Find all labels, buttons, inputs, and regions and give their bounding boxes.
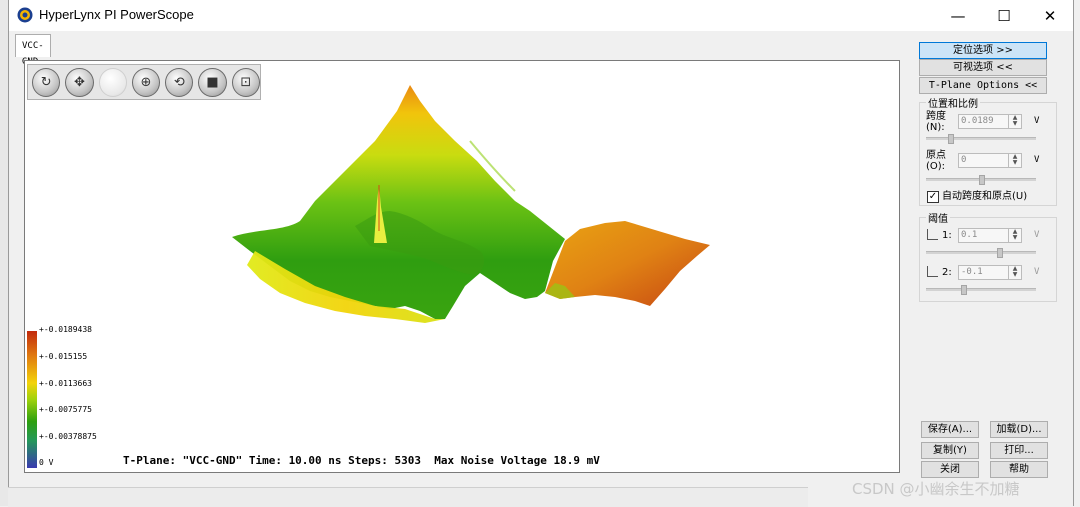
minimize-button[interactable]: — bbox=[935, 0, 981, 31]
powerscope-window: HyperLynx PI PowerScope — ☐ ✕ VCC-GND ↻ … bbox=[8, 0, 1074, 506]
threshold-2-spinner[interactable]: -0.1 ▲ ▼ bbox=[958, 265, 1022, 280]
legend-label: +-0.0075775 bbox=[39, 405, 92, 414]
origin-value: 0 bbox=[961, 155, 967, 165]
origin-slider-thumb[interactable] bbox=[979, 175, 985, 185]
origin-hotkey: (O): bbox=[926, 161, 946, 172]
threshold-1-spinner[interactable]: 0.1 ▲ ▼ bbox=[958, 228, 1022, 243]
threshold-2-slider-track[interactable] bbox=[926, 288, 1036, 291]
group-title: 阈值 bbox=[926, 210, 950, 225]
origin-label: 原点 bbox=[926, 150, 946, 161]
close-button[interactable]: 关闭 bbox=[921, 461, 979, 478]
threshold-1-slider-thumb[interactable] bbox=[997, 248, 1003, 258]
origin-spinner[interactable]: 0 ▲ ▼ bbox=[958, 153, 1022, 168]
span-slider-track[interactable] bbox=[926, 137, 1036, 140]
threshold-2-slider-thumb[interactable] bbox=[961, 285, 967, 295]
span-label: 跨度 bbox=[926, 111, 946, 122]
window-title: HyperLynx PI PowerScope bbox=[39, 7, 194, 22]
threshold-1-value: 0.1 bbox=[961, 230, 978, 240]
save-button[interactable]: 保存(A)... bbox=[921, 421, 979, 438]
background-taskbar bbox=[8, 487, 808, 507]
status-readout: T-Plane: "VCC-GND" Time: 10.00 ns Steps:… bbox=[123, 454, 600, 467]
plot-viewport[interactable]: ↻ ✥ ⊕ ⟲ ■ ⊡ +-0.0189438 +-0.015155 +-0.0… bbox=[24, 60, 900, 473]
maximize-button[interactable]: ☐ bbox=[981, 0, 1027, 31]
spinner-arrows-icon[interactable]: ▲ ▼ bbox=[1008, 229, 1021, 242]
background-strip bbox=[0, 0, 8, 506]
legend-label: +-0.0113663 bbox=[39, 379, 92, 388]
legend-label: +-0.00378875 bbox=[39, 432, 97, 441]
title-bar: HyperLynx PI PowerScope — ☐ ✕ bbox=[9, 0, 1073, 31]
span-spinner[interactable]: 0.0189 ▲ ▼ bbox=[958, 114, 1022, 129]
noise-surface-plot[interactable] bbox=[25, 61, 899, 472]
watermark: CSDN @小幽余生不加糖 bbox=[852, 480, 1020, 498]
threshold-2-label: 2: bbox=[942, 267, 952, 278]
span-slider-thumb[interactable] bbox=[948, 134, 954, 144]
legend-label: +-0.0189438 bbox=[39, 325, 92, 334]
load-button[interactable]: 加载(D)... bbox=[990, 421, 1048, 438]
color-scale-bar bbox=[27, 331, 37, 468]
span-value: 0.0189 bbox=[961, 116, 994, 126]
spinner-arrows-icon[interactable]: ▲ ▼ bbox=[1008, 115, 1021, 128]
print-button[interactable]: 打印... bbox=[990, 442, 1048, 459]
threshold-2-unit: V bbox=[1034, 267, 1040, 277]
threshold-2-checkbox[interactable] bbox=[927, 266, 938, 277]
legend-label: 0 V bbox=[39, 458, 54, 467]
span-hotkey: (N): bbox=[926, 122, 945, 133]
tplane-options-button[interactable]: T-Plane Options << bbox=[919, 77, 1047, 94]
auto-span-label[interactable]: 自动跨度和原点(U) bbox=[942, 191, 1027, 202]
locate-options-button[interactable]: 定位选项 >> bbox=[919, 42, 1047, 59]
copy-button[interactable]: 复制(Y) bbox=[921, 442, 979, 459]
threshold-2-value: -0.1 bbox=[961, 267, 983, 277]
surface-mesh bbox=[232, 85, 710, 323]
threshold-1-label: 1: bbox=[942, 230, 952, 241]
group-title: 位置和比例 bbox=[926, 95, 980, 110]
visual-options-button[interactable]: 可视选项 << bbox=[919, 59, 1047, 76]
tab-vcc-gnd[interactable]: VCC-GND bbox=[15, 34, 51, 67]
threshold-1-checkbox[interactable] bbox=[927, 229, 938, 240]
position-scale-group: 位置和比例 跨度 (N): 0.0189 ▲ ▼ V 原点 (O): 0 ▲ ▼ V… bbox=[919, 95, 1057, 206]
spinner-arrows-icon[interactable]: ▲ ▼ bbox=[1008, 266, 1021, 279]
spinner-arrows-icon[interactable]: ▲ ▼ bbox=[1008, 154, 1021, 167]
span-unit: V bbox=[1034, 116, 1040, 126]
help-button[interactable]: 帮助 bbox=[990, 461, 1048, 478]
close-window-button[interactable]: ✕ bbox=[1027, 0, 1073, 31]
threshold-group: 阈值 1: 0.1 ▲ ▼ V 2: -0.1 ▲ ▼ V bbox=[919, 210, 1057, 302]
threshold-1-slider-track[interactable] bbox=[926, 251, 1036, 254]
legend-label: +-0.015155 bbox=[39, 352, 88, 361]
app-icon bbox=[17, 7, 33, 23]
threshold-1-unit: V bbox=[1034, 230, 1040, 240]
auto-span-checkbox[interactable]: ✓ bbox=[927, 191, 939, 203]
origin-unit: V bbox=[1034, 155, 1040, 165]
